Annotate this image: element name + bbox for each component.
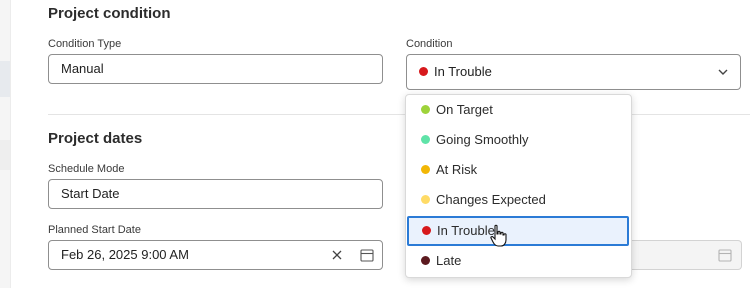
condition-status-dot (419, 67, 428, 77)
section-title-project-condition: Project condition (48, 5, 171, 22)
option-label: In Trouble (437, 223, 495, 238)
option-on-target[interactable]: On Target (406, 95, 631, 125)
status-dot (421, 135, 430, 145)
status-dot (421, 105, 430, 115)
option-changes-expected[interactable]: Changes Expected (406, 185, 631, 215)
option-at-risk[interactable]: At Risk (406, 155, 631, 185)
condition-value: In Trouble (434, 64, 492, 79)
close-icon[interactable] (331, 249, 343, 261)
status-dot (422, 226, 431, 236)
option-label: Going Smoothly (436, 132, 529, 147)
option-going-smoothly[interactable]: Going Smoothly (406, 125, 631, 155)
status-dot (421, 165, 430, 175)
schedule-mode-field[interactable]: Start Date (48, 179, 383, 209)
option-label: At Risk (436, 162, 478, 177)
sidebar-divider-block (0, 140, 10, 170)
condition-type-label: Condition Type (48, 38, 122, 50)
condition-select[interactable]: In Trouble (406, 54, 741, 90)
planned-end-field-disabled (630, 240, 742, 270)
sidebar-highlight (0, 61, 10, 97)
condition-dropdown-menu: On Target Going Smoothly At Risk Changes… (405, 94, 632, 278)
condition-label: Condition (406, 38, 453, 50)
schedule-mode-value: Start Date (61, 186, 120, 201)
status-dot (421, 195, 430, 205)
option-in-trouble[interactable]: In Trouble (407, 216, 629, 246)
schedule-mode-label: Schedule Mode (48, 163, 125, 175)
planned-start-field[interactable]: Feb 26, 2025 9:00 AM (48, 240, 383, 270)
option-late[interactable]: Late (406, 246, 631, 276)
option-label: Late (436, 253, 462, 268)
option-label: On Target (436, 102, 493, 117)
calendar-icon[interactable] (360, 248, 374, 262)
section-title-project-dates: Project dates (48, 130, 143, 147)
chevron-down-icon[interactable] (718, 67, 728, 77)
condition-type-value: Manual (61, 61, 104, 76)
option-label: Changes Expected (436, 192, 546, 207)
condition-type-field[interactable]: Manual (48, 54, 383, 84)
hand-pointer-icon (490, 224, 507, 247)
calendar-icon (718, 249, 732, 262)
planned-start-label: Planned Start Date (48, 224, 141, 236)
sidebar-strip (0, 0, 11, 288)
planned-start-value: Feb 26, 2025 9:00 AM (61, 247, 189, 262)
status-dot (421, 256, 430, 266)
section-divider (48, 114, 750, 115)
